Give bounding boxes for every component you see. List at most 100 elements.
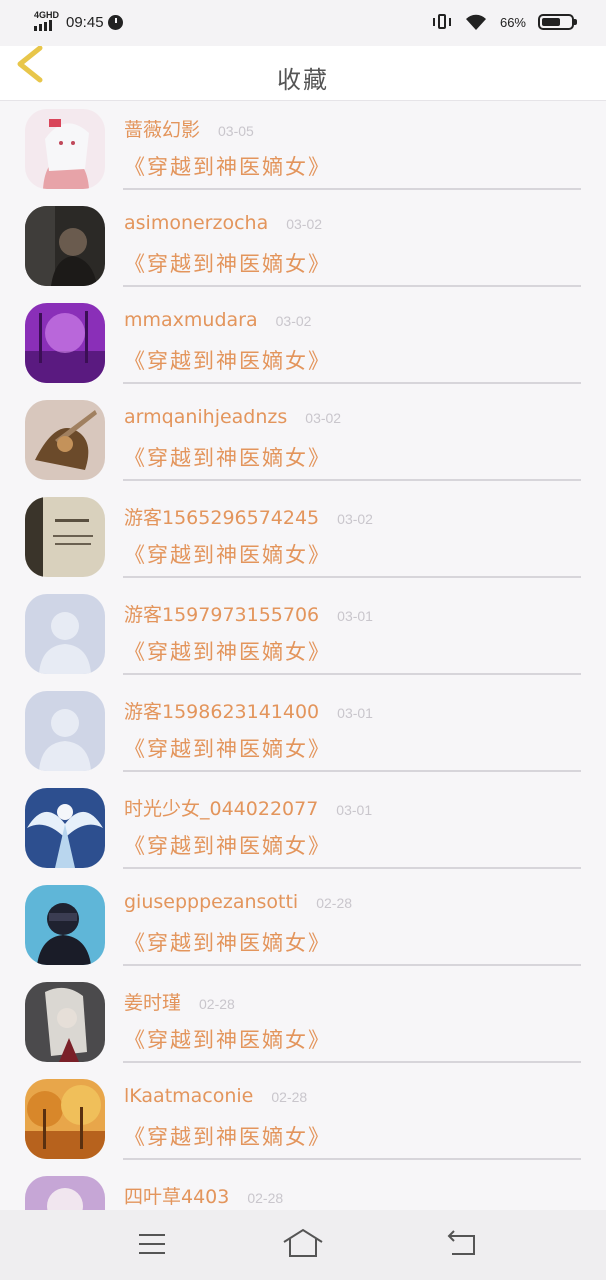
date-label: 03-01 bbox=[336, 802, 373, 818]
list-item[interactable]: giusepppezansotti 02-28 《穿越到神医嫡女》 bbox=[0, 877, 606, 974]
avatar[interactable] bbox=[25, 982, 105, 1062]
user-name[interactable]: 姜时瑾 bbox=[124, 988, 181, 1015]
avatar[interactable] bbox=[25, 497, 105, 577]
status-time: 09:45 bbox=[66, 13, 104, 31]
user-name[interactable]: 游客1597973155706 bbox=[124, 600, 319, 627]
book-title[interactable]: 《穿越到神医嫡女》 bbox=[124, 345, 331, 375]
user-name[interactable]: 游客1598623141400 bbox=[124, 697, 319, 724]
network-type: 4GHD bbox=[34, 10, 60, 20]
divider bbox=[123, 1158, 581, 1160]
book-title[interactable]: 《穿越到神医嫡女》 bbox=[124, 830, 331, 860]
date-label: 03-05 bbox=[218, 123, 254, 139]
user-name[interactable]: giusepppezansotti bbox=[124, 891, 298, 913]
user-name[interactable]: asimonerzocha bbox=[124, 212, 268, 234]
date-label: 03-02 bbox=[337, 511, 373, 527]
list-item[interactable]: 时光少女_044022077 03-01 《穿越到神医嫡女》 bbox=[0, 780, 606, 877]
header-bar: 收藏 bbox=[0, 45, 606, 101]
home-button[interactable] bbox=[281, 1226, 325, 1262]
divider bbox=[123, 770, 581, 772]
divider bbox=[123, 867, 581, 869]
name-row: 游客1597973155706 03-01 bbox=[124, 600, 373, 628]
list-item[interactable]: 游客1597973155706 03-01 《穿越到神医嫡女》 bbox=[0, 586, 606, 683]
name-row: asimonerzocha 03-02 bbox=[124, 212, 322, 240]
name-row: mmaxmudara 03-02 bbox=[124, 309, 311, 337]
wifi-icon bbox=[465, 14, 486, 30]
list-item[interactable]: 蔷薇幻影 03-05 《穿越到神医嫡女》 bbox=[0, 101, 606, 198]
user-name[interactable]: 时光少女_044022077 bbox=[124, 794, 318, 821]
vibrate-icon bbox=[432, 12, 452, 32]
date-label: 02-28 bbox=[199, 996, 235, 1012]
page-title: 收藏 bbox=[277, 66, 329, 94]
list-item[interactable]: armqanihjeadnzs 03-02 《穿越到神医嫡女》 bbox=[0, 392, 606, 489]
status-right: 66% bbox=[432, 10, 577, 34]
divider bbox=[123, 576, 581, 578]
user-name[interactable]: 四叶草4403 bbox=[124, 1182, 229, 1209]
avatar-image bbox=[25, 982, 105, 1062]
name-row: armqanihjeadnzs 03-02 bbox=[124, 406, 341, 434]
avatar[interactable] bbox=[25, 691, 105, 771]
menu-button[interactable] bbox=[130, 1226, 174, 1262]
list-item[interactable]: 游客1598623141400 03-01 《穿越到神医嫡女》 bbox=[0, 683, 606, 780]
name-row: 四叶草4403 02-28 bbox=[124, 1182, 283, 1210]
avatar[interactable] bbox=[25, 885, 105, 965]
avatar[interactable] bbox=[25, 594, 105, 674]
user-name[interactable]: lKaatmaconie bbox=[124, 1085, 253, 1107]
name-row: lKaatmaconie 02-28 bbox=[124, 1085, 307, 1113]
back-icon bbox=[447, 1230, 475, 1255]
list-item[interactable]: 姜时瑾 02-28 《穿越到神医嫡女》 bbox=[0, 974, 606, 1071]
book-title[interactable]: 《穿越到神医嫡女》 bbox=[124, 539, 331, 569]
bottom-nav-bar bbox=[0, 1210, 606, 1280]
avatar[interactable] bbox=[25, 1079, 105, 1159]
avatar[interactable] bbox=[25, 206, 105, 286]
list-item[interactable]: 游客1565296574245 03-02 《穿越到神医嫡女》 bbox=[0, 489, 606, 586]
name-row: 游客1598623141400 03-01 bbox=[124, 697, 373, 725]
name-row: 游客1565296574245 03-02 bbox=[124, 503, 373, 531]
avatar[interactable] bbox=[25, 303, 105, 383]
list-item[interactable]: mmaxmudara 03-02 《穿越到神医嫡女》 bbox=[0, 295, 606, 392]
book-title[interactable]: 《穿越到神医嫡女》 bbox=[124, 636, 331, 666]
book-title[interactable]: 《穿越到神医嫡女》 bbox=[124, 733, 331, 763]
name-row: giusepppezansotti 02-28 bbox=[124, 891, 352, 919]
avatar-image bbox=[25, 1176, 105, 1210]
avatar-image bbox=[25, 885, 105, 965]
avatar-image bbox=[25, 206, 105, 286]
user-name[interactable]: mmaxmudara bbox=[124, 309, 258, 331]
signal-icon: 4GHD bbox=[34, 10, 62, 33]
book-title[interactable]: 《穿越到神医嫡女》 bbox=[124, 1024, 331, 1054]
name-row: 姜时瑾 02-28 bbox=[124, 988, 235, 1016]
avatar[interactable] bbox=[25, 788, 105, 868]
book-title[interactable]: 《穿越到神医嫡女》 bbox=[124, 248, 331, 278]
divider bbox=[123, 382, 581, 384]
date-label: 03-01 bbox=[337, 705, 373, 721]
user-name[interactable]: armqanihjeadnzs bbox=[124, 406, 287, 428]
list-item[interactable]: lKaatmaconie 02-28 《穿越到神医嫡女》 bbox=[0, 1071, 606, 1168]
date-label: 03-02 bbox=[305, 410, 342, 426]
avatar[interactable] bbox=[25, 400, 105, 480]
divider bbox=[123, 188, 581, 190]
divider bbox=[123, 479, 581, 481]
book-title[interactable]: 《穿越到神医嫡女》 bbox=[124, 1121, 331, 1151]
avatar[interactable] bbox=[25, 1176, 105, 1210]
divider bbox=[123, 1061, 581, 1063]
status-bar: 4GHD 09:45 66% bbox=[0, 0, 606, 46]
avatar-image bbox=[25, 594, 105, 674]
user-name[interactable]: 游客1565296574245 bbox=[124, 503, 319, 530]
avatar-image bbox=[25, 691, 105, 771]
alarm-icon bbox=[107, 14, 123, 30]
book-title[interactable]: 《穿越到神医嫡女》 bbox=[124, 927, 331, 957]
avatar-image bbox=[25, 400, 105, 480]
divider bbox=[123, 964, 581, 966]
date-label: 03-02 bbox=[286, 216, 323, 232]
menu-icon bbox=[139, 1234, 165, 1254]
system-back-button[interactable] bbox=[440, 1226, 484, 1262]
avatar-image bbox=[25, 1079, 105, 1159]
avatar[interactable] bbox=[25, 109, 105, 189]
book-title[interactable]: 《穿越到神医嫡女》 bbox=[124, 442, 331, 472]
book-title[interactable]: 《穿越到神医嫡女》 bbox=[124, 151, 331, 181]
list-item[interactable]: 四叶草4403 02-28 bbox=[0, 1168, 606, 1210]
date-label: 02-28 bbox=[271, 1089, 308, 1105]
name-row: 蔷薇幻影 03-05 bbox=[124, 115, 254, 143]
user-name[interactable]: 蔷薇幻影 bbox=[124, 115, 200, 142]
list-item[interactable]: asimonerzocha 03-02 《穿越到神医嫡女》 bbox=[0, 198, 606, 295]
battery-percent: 66% bbox=[499, 14, 526, 30]
